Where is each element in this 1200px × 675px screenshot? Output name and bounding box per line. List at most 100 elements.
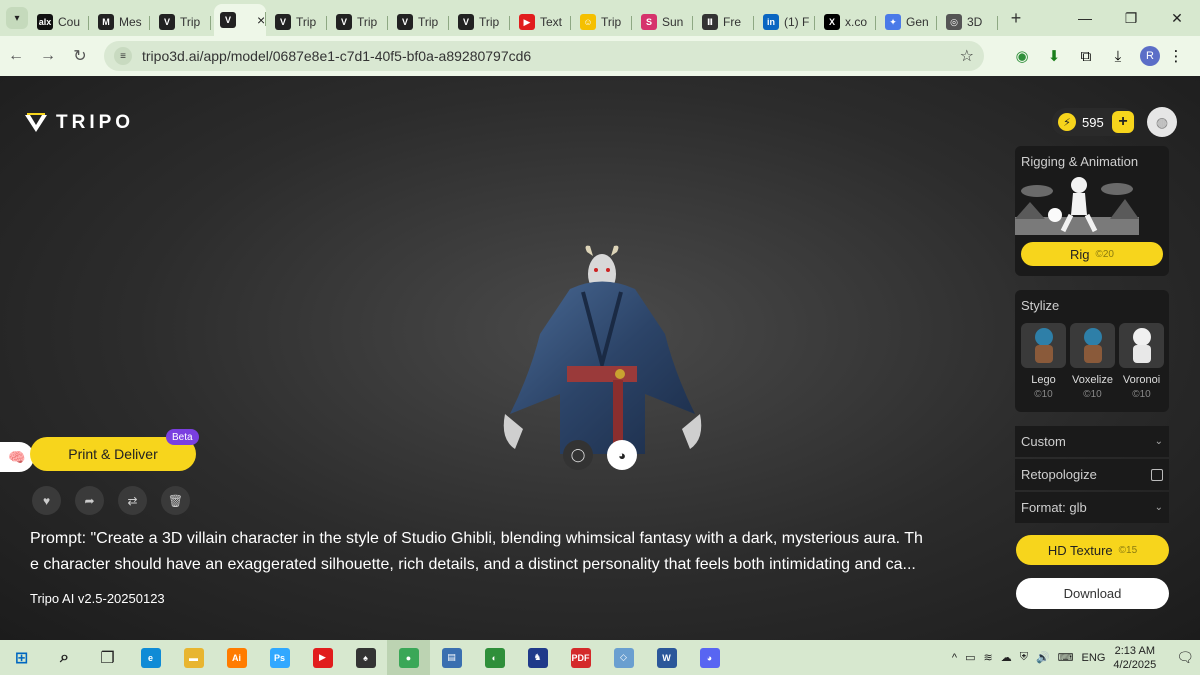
notifications-icon[interactable]: 🗨 [1176, 649, 1194, 666]
document-icon-glyph: ▤ [441, 647, 462, 668]
browser-tab[interactable]: Ⅱ Fre [696, 8, 754, 36]
browser-tab[interactable]: V Trip [391, 8, 449, 36]
edge-icon[interactable]: e [129, 640, 172, 675]
add-credits-button[interactable]: + [1112, 111, 1134, 133]
browser-tab[interactable]: M Mes [92, 8, 150, 36]
browser-tab[interactable]: alx Cou [31, 8, 89, 36]
file-explorer-icon[interactable]: ▬ [172, 640, 215, 675]
tab-label: Sun [662, 15, 684, 29]
tab-favicon-icon: V [458, 14, 474, 30]
browser-tab[interactable]: ☺ Trip [574, 8, 632, 36]
site-info-icon[interactable]: ≡ [114, 47, 132, 65]
photoshop-icon[interactable]: Ps [258, 640, 301, 675]
wifi-icon[interactable]: ≋ [983, 651, 992, 664]
downloads-icon[interactable]: ⤓ [1102, 48, 1134, 65]
pdf-icon[interactable]: PDF [559, 640, 602, 675]
rig-button-label: Rig [1069, 246, 1090, 262]
tab-favicon-icon: X [824, 14, 840, 30]
tripo-logo-icon [25, 113, 47, 132]
tab-favicon-icon: in [763, 14, 779, 30]
browser-tab[interactable]: ◎ 3D [940, 8, 998, 36]
reload-icon[interactable]: ↻ [64, 46, 96, 66]
chrome-icon-glyph: ● [398, 647, 419, 668]
beta-badge: Beta [166, 429, 199, 445]
stylize-option-voronoi[interactable]: Voronoi ©10 [1119, 323, 1164, 400]
rotate-view-button[interactable]: ◯ [563, 440, 593, 470]
rig-button[interactable]: Rig ©20 [1021, 242, 1163, 266]
new-tab-button[interactable]: + [1006, 8, 1026, 29]
user-avatar[interactable]: ◍ [1147, 107, 1177, 137]
trash-icon[interactable]: 🗑 [161, 486, 190, 515]
tablet-icon[interactable]: ◇ [602, 640, 645, 675]
profile-avatar[interactable]: R [1140, 46, 1160, 66]
restore-icon[interactable]: ❐ [1108, 10, 1154, 27]
tray-chevron-icon[interactable]: ^ [952, 652, 957, 664]
windows-icon[interactable]: ⊞ [0, 640, 43, 675]
heart-icon[interactable]: ♥ [32, 486, 61, 515]
browser-menu-icon[interactable]: ⋮ [1160, 47, 1192, 65]
discord-icon-glyph: ◕ [699, 647, 720, 668]
chrome-icon[interactable]: ● [387, 640, 430, 675]
brain-assistant-icon[interactable]: 🧠 [0, 442, 34, 472]
3d-model-viewer[interactable] [495, 244, 710, 464]
youtube-icon[interactable]: ▶ [301, 640, 344, 675]
chevron-down-icon: ⌄ [1154, 502, 1163, 513]
minimize-icon[interactable]: — [1062, 10, 1108, 27]
stylize-option-lego[interactable]: Lego ©10 [1021, 323, 1066, 400]
browser-tab[interactable]: Xx.co [818, 8, 876, 36]
discord-icon[interactable]: ◕ [688, 640, 731, 675]
close-window-icon[interactable]: ✕ [1154, 10, 1200, 27]
download-button[interactable]: Download [1016, 578, 1169, 609]
earth-icon-glyph: ◐ [484, 647, 505, 668]
browser-tab[interactable]: V × [214, 4, 266, 36]
keyboard-icon[interactable]: ⌨ [1058, 651, 1074, 664]
tab-favicon-icon: ✦ [885, 14, 901, 30]
back-icon[interactable]: ← [0, 47, 32, 65]
language-indicator[interactable]: ENG [1082, 652, 1106, 664]
stylize-option-voxelize[interactable]: Voxelize ©10 [1070, 323, 1115, 400]
extension-globe-icon[interactable]: ◉ [1006, 47, 1038, 65]
retopologize-checkbox[interactable] [1151, 468, 1163, 481]
browser-tab[interactable]: in (1) F [757, 8, 815, 36]
custom-dropdown[interactable]: Custom ⌄ [1015, 426, 1169, 457]
extension-download-icon[interactable]: ⬇ [1038, 47, 1070, 65]
clock[interactable]: 2:13 AM 4/2/2025 [1113, 644, 1156, 672]
browser-tab[interactable]: ✦ Gen [879, 8, 937, 36]
word-icon[interactable]: W [645, 640, 688, 675]
volume-icon[interactable]: 🔊 [1036, 651, 1050, 664]
battery-icon[interactable]: ▭ [965, 651, 975, 664]
windows-taskbar: ⊞ ⌕ ❐ e ▬ Ai Ps ▶ ♠ ● ▤ ◐ ♞ PDF ◇ W ◕ ^ ▭ ≋ ☁ ⛨ 🔊 ⌨ ENG … [0, 640, 1200, 675]
tripo-logo[interactable]: TRIPO [24, 112, 134, 134]
browser-tab[interactable]: V Trip [269, 8, 327, 36]
share-icon[interactable]: ➦ [75, 486, 104, 515]
earth-icon[interactable]: ◐ [473, 640, 516, 675]
browser-tab[interactable]: V Trip [330, 8, 388, 36]
browser-tab[interactable]: ▶ Text [513, 8, 571, 36]
network-icon[interactable]: ☁ [1001, 651, 1012, 664]
format-dropdown[interactable]: Format: glb ⌄ [1015, 492, 1169, 523]
browser-tab[interactable]: V Trip [452, 8, 510, 36]
tab-favicon-icon: V [397, 14, 413, 30]
task-view-icon[interactable]: ❐ [86, 640, 129, 675]
chess-icon[interactable]: ♞ [516, 640, 559, 675]
stylize-thumbnail [1021, 323, 1066, 368]
search-icon[interactable]: ⌕ [43, 640, 86, 675]
document-icon[interactable]: ▤ [430, 640, 473, 675]
solitaire-icon[interactable]: ♠ [344, 640, 387, 675]
hd-texture-button[interactable]: HD Texture ©15 [1016, 535, 1169, 565]
tab-close-icon[interactable]: × [257, 12, 265, 28]
swap-icon[interactable]: ⇄ [118, 486, 147, 515]
address-bar[interactable]: ≡ tripo3d.ai/app/model/0687e8e1-c7d1-40f… [104, 41, 984, 71]
security-icon[interactable]: ⛨ [1020, 651, 1028, 664]
browser-tab[interactable]: V Trip [153, 8, 211, 36]
bolt-icon: ⚡ [1058, 113, 1076, 131]
bookmark-star-icon[interactable]: ☆ [960, 46, 974, 66]
forward-icon[interactable]: → [32, 47, 64, 65]
browser-tab[interactable]: S Sun [635, 8, 693, 36]
tab-label: Trip [357, 15, 378, 29]
texture-toggle-button[interactable]: ◕ [607, 440, 637, 470]
tab-search-button[interactable]: ▾ [6, 7, 28, 29]
extensions-puzzle-icon[interactable]: ⧉ [1070, 48, 1102, 65]
url-text[interactable]: tripo3d.ai/app/model/0687e8e1-c7d1-40f5-… [142, 48, 960, 64]
illustrator-icon[interactable]: Ai [215, 640, 258, 675]
